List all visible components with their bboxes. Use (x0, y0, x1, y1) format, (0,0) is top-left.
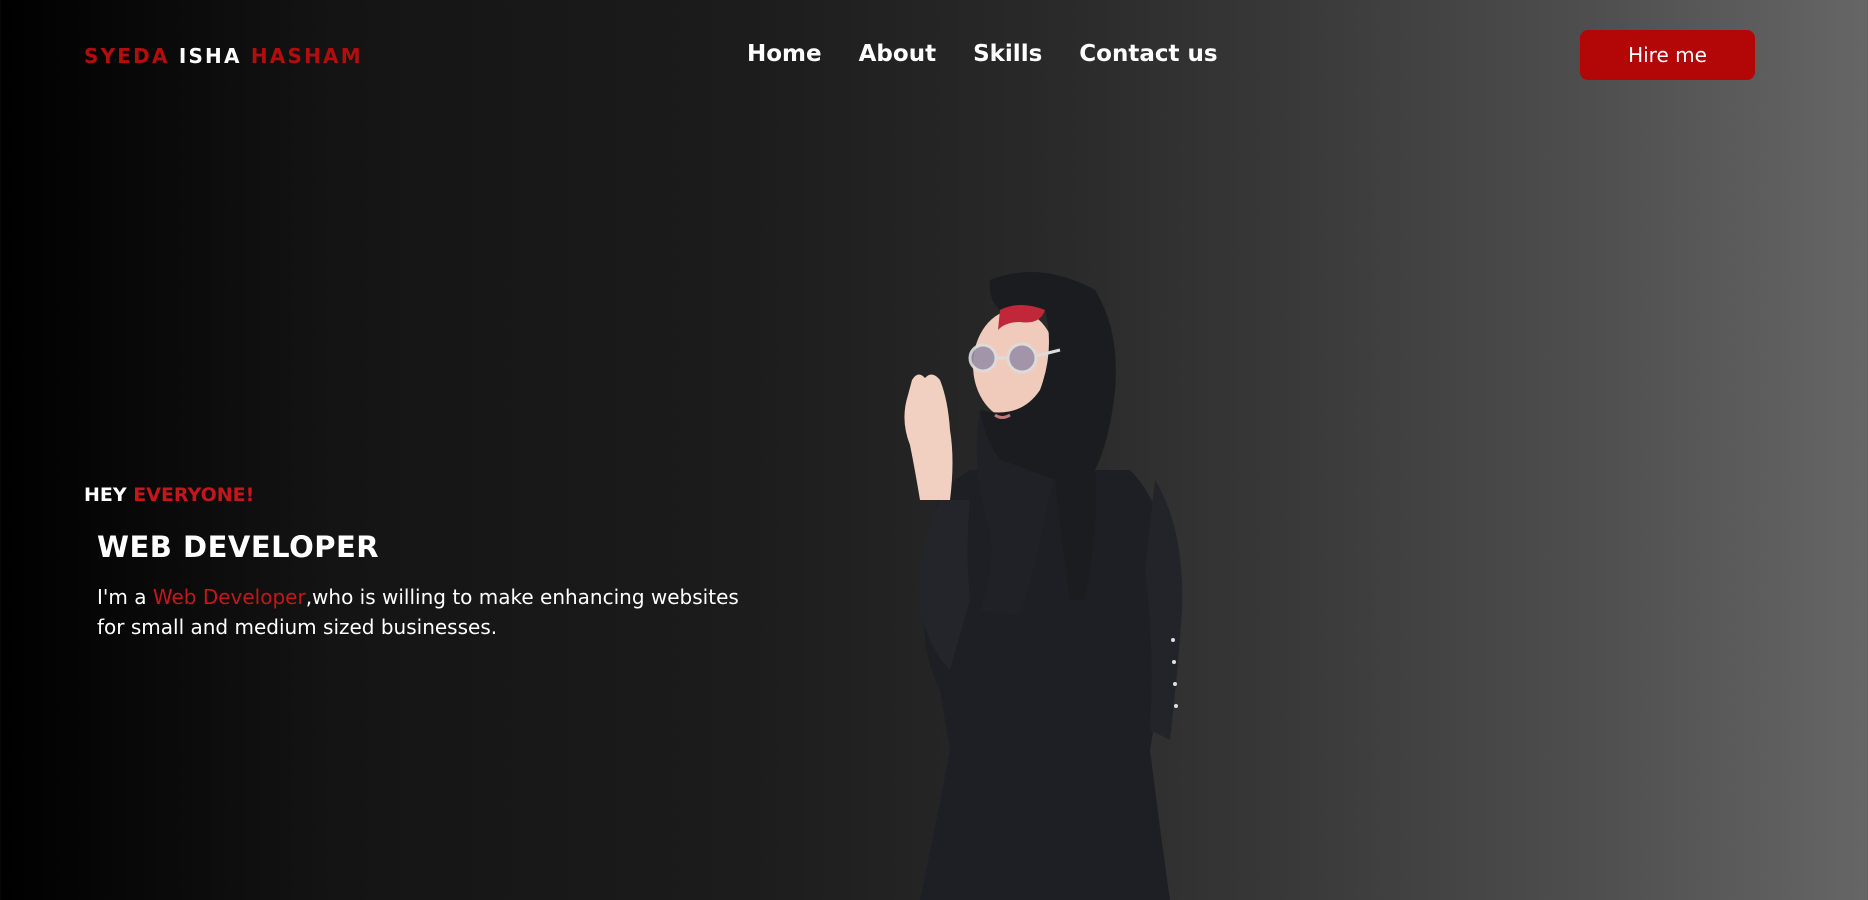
desc-highlight: Web Developer (152, 585, 306, 609)
greeting-hey: HEY (84, 484, 127, 506)
nav-skills-link[interactable]: Skills (973, 41, 1042, 67)
nav-about-link[interactable]: About (859, 41, 936, 67)
logo-last-name: HASHAM (250, 44, 363, 68)
desc-prefix: I'm a (97, 585, 147, 609)
logo-first-name: SYEDA (84, 44, 170, 68)
logo-middle-name: ISHA (178, 44, 242, 68)
profile-photo-illustration (904, 272, 1183, 900)
main-nav: Home About Skills Contact us (747, 41, 1218, 67)
nav-home-link[interactable]: Home (747, 41, 822, 67)
site-logo[interactable]: SYEDA ISHA HASHAM (84, 44, 363, 68)
hero-title: WEB DEVELOPER (97, 530, 380, 564)
profile-photo (870, 270, 1240, 900)
navbar: SYEDA ISHA HASHAM Home About Skills Cont… (0, 0, 1868, 110)
hero-section: HEY EVERYONE! WEB DEVELOPER I'm a Web De… (84, 484, 764, 642)
hire-me-button[interactable]: Hire me (1580, 30, 1755, 80)
hero-greeting: HEY EVERYONE! (84, 484, 764, 506)
greeting-everyone: EVERYONE! (133, 484, 255, 506)
hero-description: I'm a Web Developer,who is willing to ma… (97, 582, 757, 642)
nav-contact-link[interactable]: Contact us (1079, 41, 1217, 67)
